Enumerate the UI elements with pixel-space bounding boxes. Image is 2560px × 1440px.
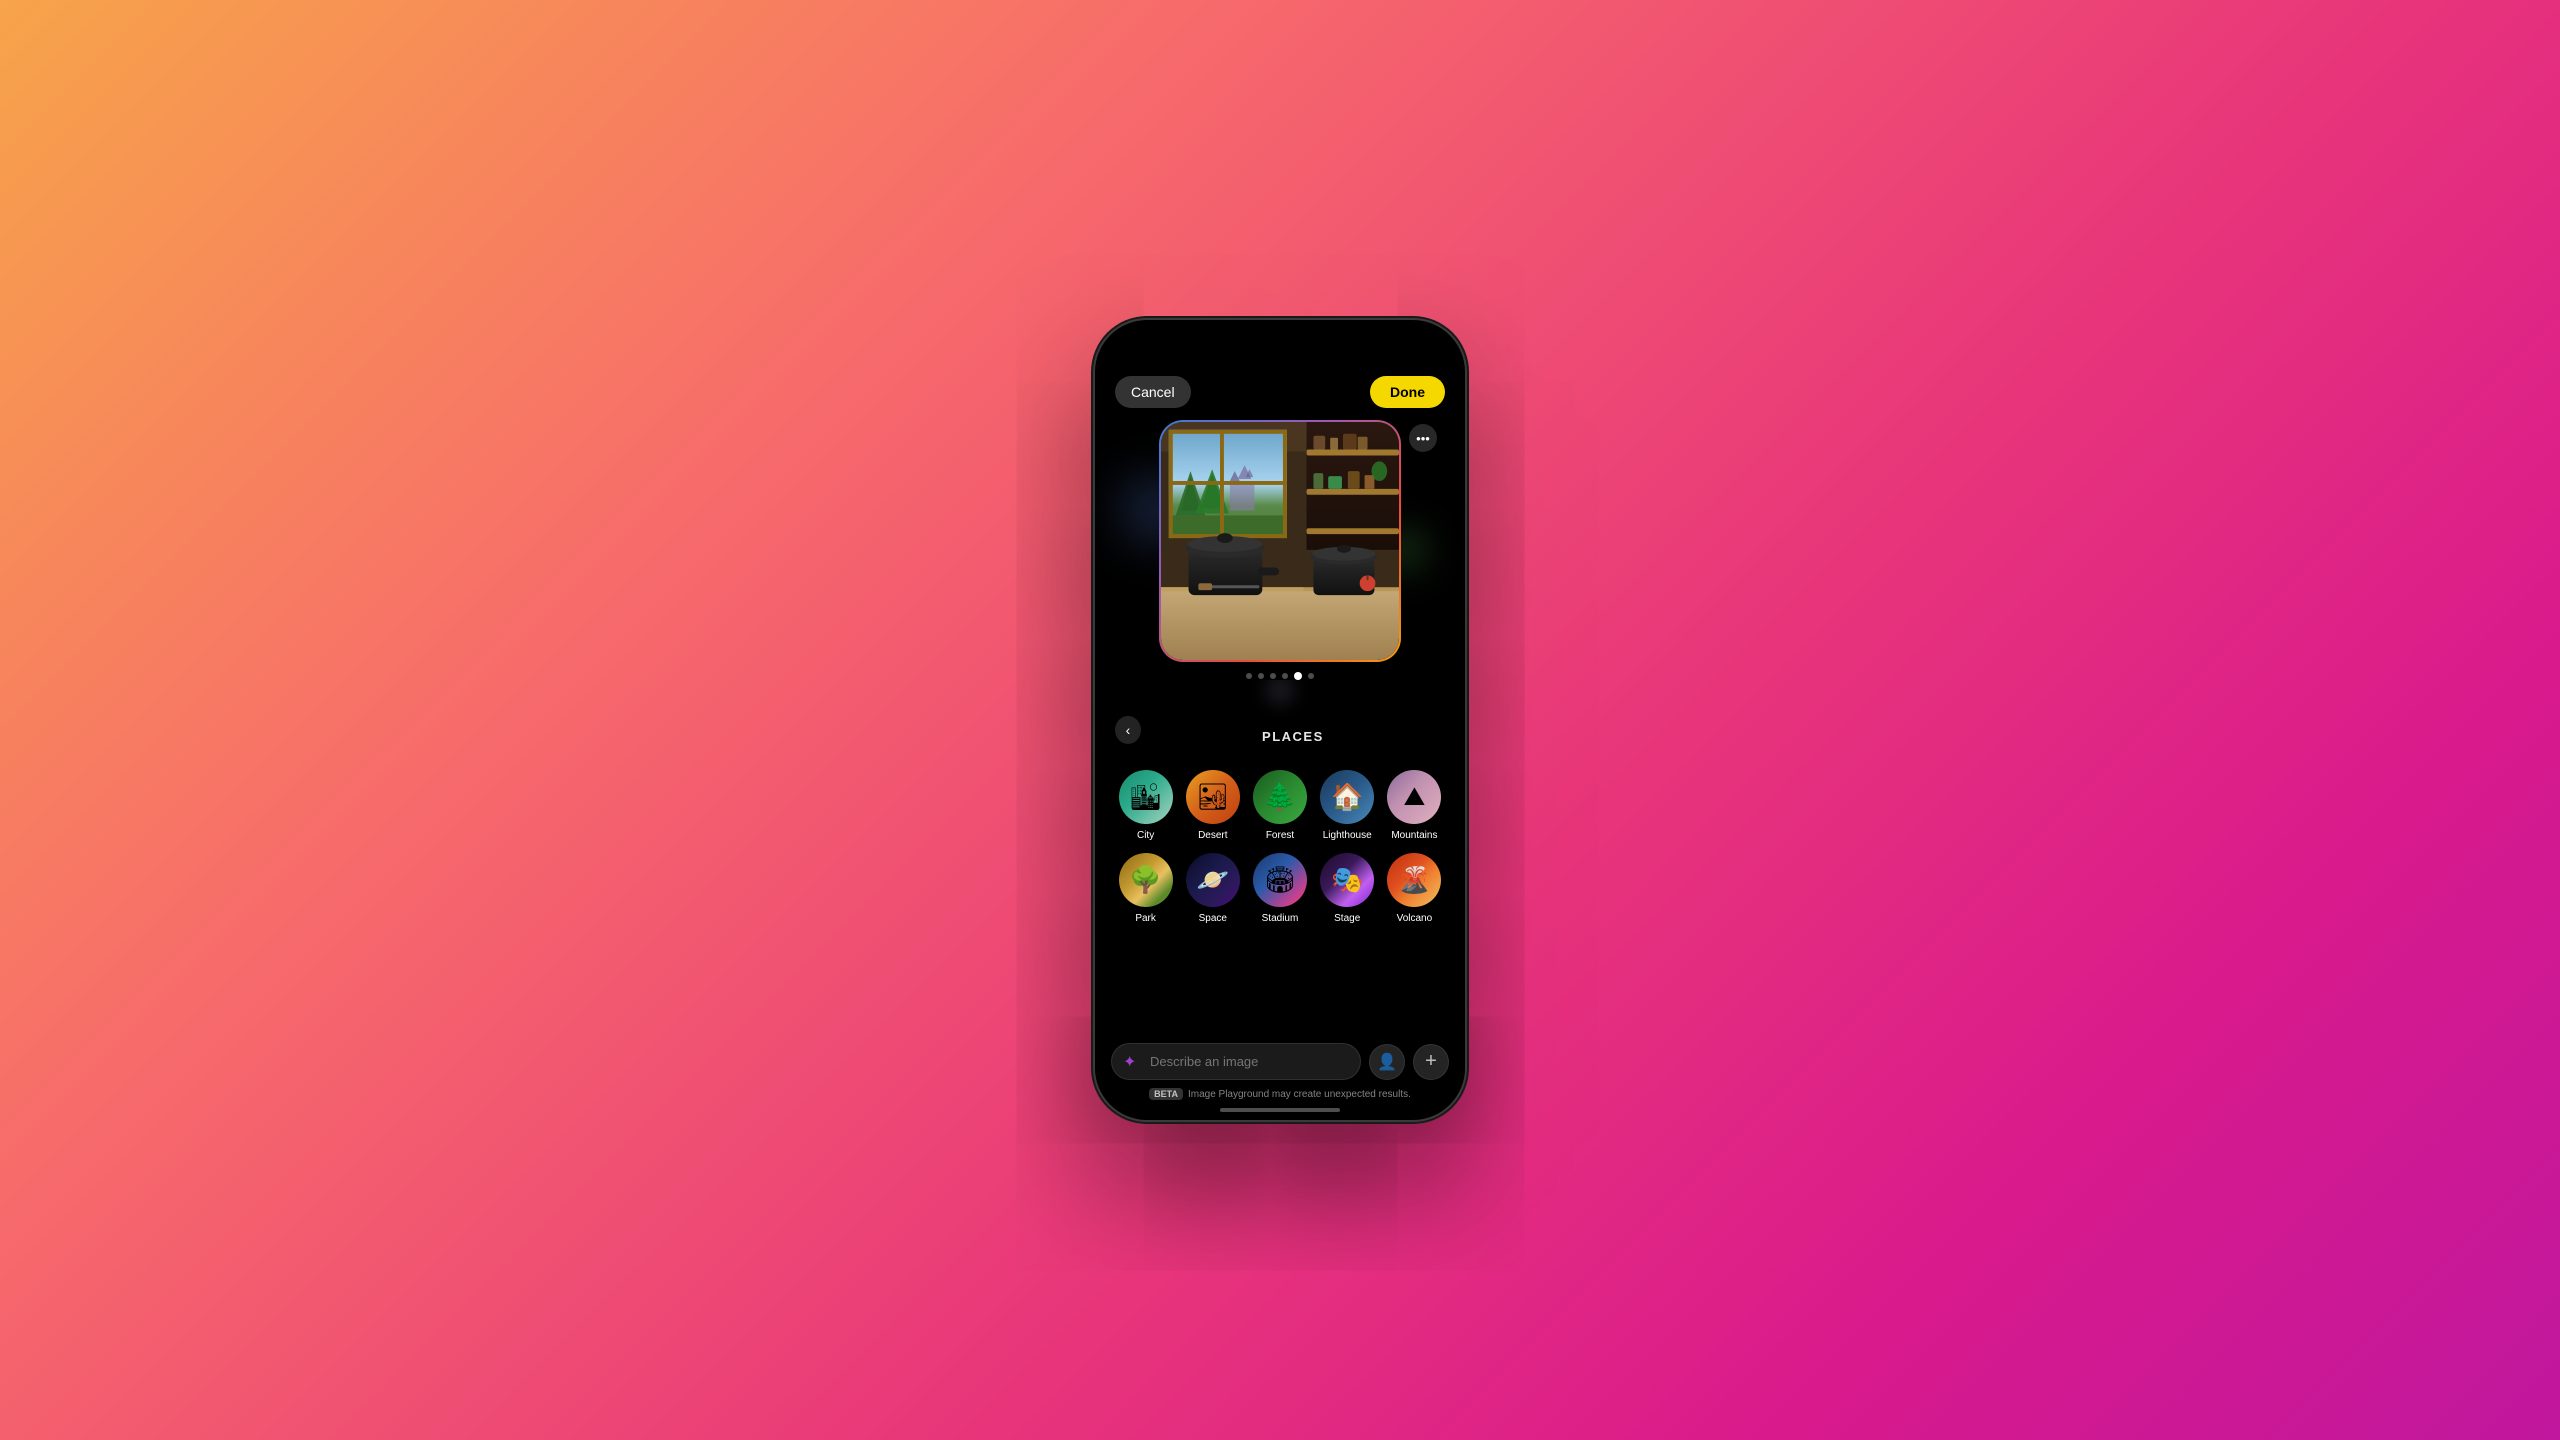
back-icon: ‹ [1126,722,1131,738]
phone-content: Cancel Done ••• [1095,320,1465,1120]
more-icon: ••• [1416,431,1430,446]
input-wrapper: ✦ [1111,1043,1361,1080]
dot-2 [1258,673,1264,679]
lighthouse-label: Lighthouse [1323,830,1372,841]
park-icon [1119,853,1173,907]
describe-input[interactable] [1111,1043,1361,1080]
phone-frame: Cancel Done ••• [1095,320,1465,1120]
place-item-lighthouse[interactable]: Lighthouse [1317,770,1378,841]
dot-3 [1270,673,1276,679]
sparkle-icon: ✦ [1123,1052,1136,1072]
place-item-city[interactable]: City [1115,770,1176,841]
park-label: Park [1135,913,1156,924]
done-button[interactable]: Done [1370,376,1445,408]
person-icon: 👤 [1377,1052,1397,1072]
person-button[interactable]: 👤 [1369,1044,1405,1080]
image-dots [1246,672,1314,680]
space-label: Space [1199,913,1227,924]
dot-5-active [1294,672,1302,680]
back-button[interactable]: ‹ [1115,716,1141,744]
place-item-space[interactable]: Space [1182,853,1243,924]
volcano-icon [1387,853,1441,907]
plus-icon: + [1425,1050,1437,1073]
image-area: ••• [1095,420,1465,680]
beta-notice-text: Image Playground may create unexpected r… [1188,1089,1411,1100]
input-area: ✦ 👤 + [1095,1033,1465,1088]
dynamic-island [1240,334,1320,360]
forest-label: Forest [1266,830,1294,841]
beta-badge: BETA [1149,1088,1183,1100]
mountains-icon [1387,770,1441,824]
beta-notice: BETA Image Playground may create unexpec… [1095,1088,1465,1108]
mountains-label: Mountains [1391,830,1437,841]
lighthouse-icon [1320,770,1374,824]
desert-label: Desert [1198,830,1227,841]
main-image-container[interactable] [1159,420,1401,662]
home-indicator [1220,1108,1340,1112]
section-row: ‹ PLACES [1115,716,1445,756]
cancel-button[interactable]: Cancel [1115,376,1191,408]
place-item-desert[interactable]: Desert [1182,770,1243,841]
place-item-volcano[interactable]: Volcano [1384,853,1445,924]
place-item-stage[interactable]: Stage [1317,853,1378,924]
more-options-button[interactable]: ••• [1409,424,1437,452]
space-icon [1186,853,1240,907]
places-grid: City Desert Forest Lighthouse [1115,770,1445,924]
place-item-mountains[interactable]: Mountains [1384,770,1445,841]
place-item-stadium[interactable]: Stadium [1249,853,1310,924]
dot-6 [1308,673,1314,679]
add-button[interactable]: + [1413,1044,1449,1080]
place-item-park[interactable]: Park [1115,853,1176,924]
stage-label: Stage [1334,913,1360,924]
image-scene [1161,422,1399,660]
places-section: ‹ PLACES City Desert [1095,700,1465,936]
scroll-area: ‹ PLACES City Desert [1095,680,1465,1033]
stadium-icon [1253,853,1307,907]
place-item-forest[interactable]: Forest [1249,770,1310,841]
volcano-label: Volcano [1397,913,1433,924]
main-image-inner [1161,422,1399,660]
dot-1 [1246,673,1252,679]
forest-icon [1253,770,1307,824]
dot-4 [1282,673,1288,679]
city-label: City [1137,830,1154,841]
section-title: PLACES [1141,729,1445,744]
stage-icon [1320,853,1374,907]
stadium-label: Stadium [1262,913,1299,924]
city-icon [1119,770,1173,824]
desert-icon [1186,770,1240,824]
